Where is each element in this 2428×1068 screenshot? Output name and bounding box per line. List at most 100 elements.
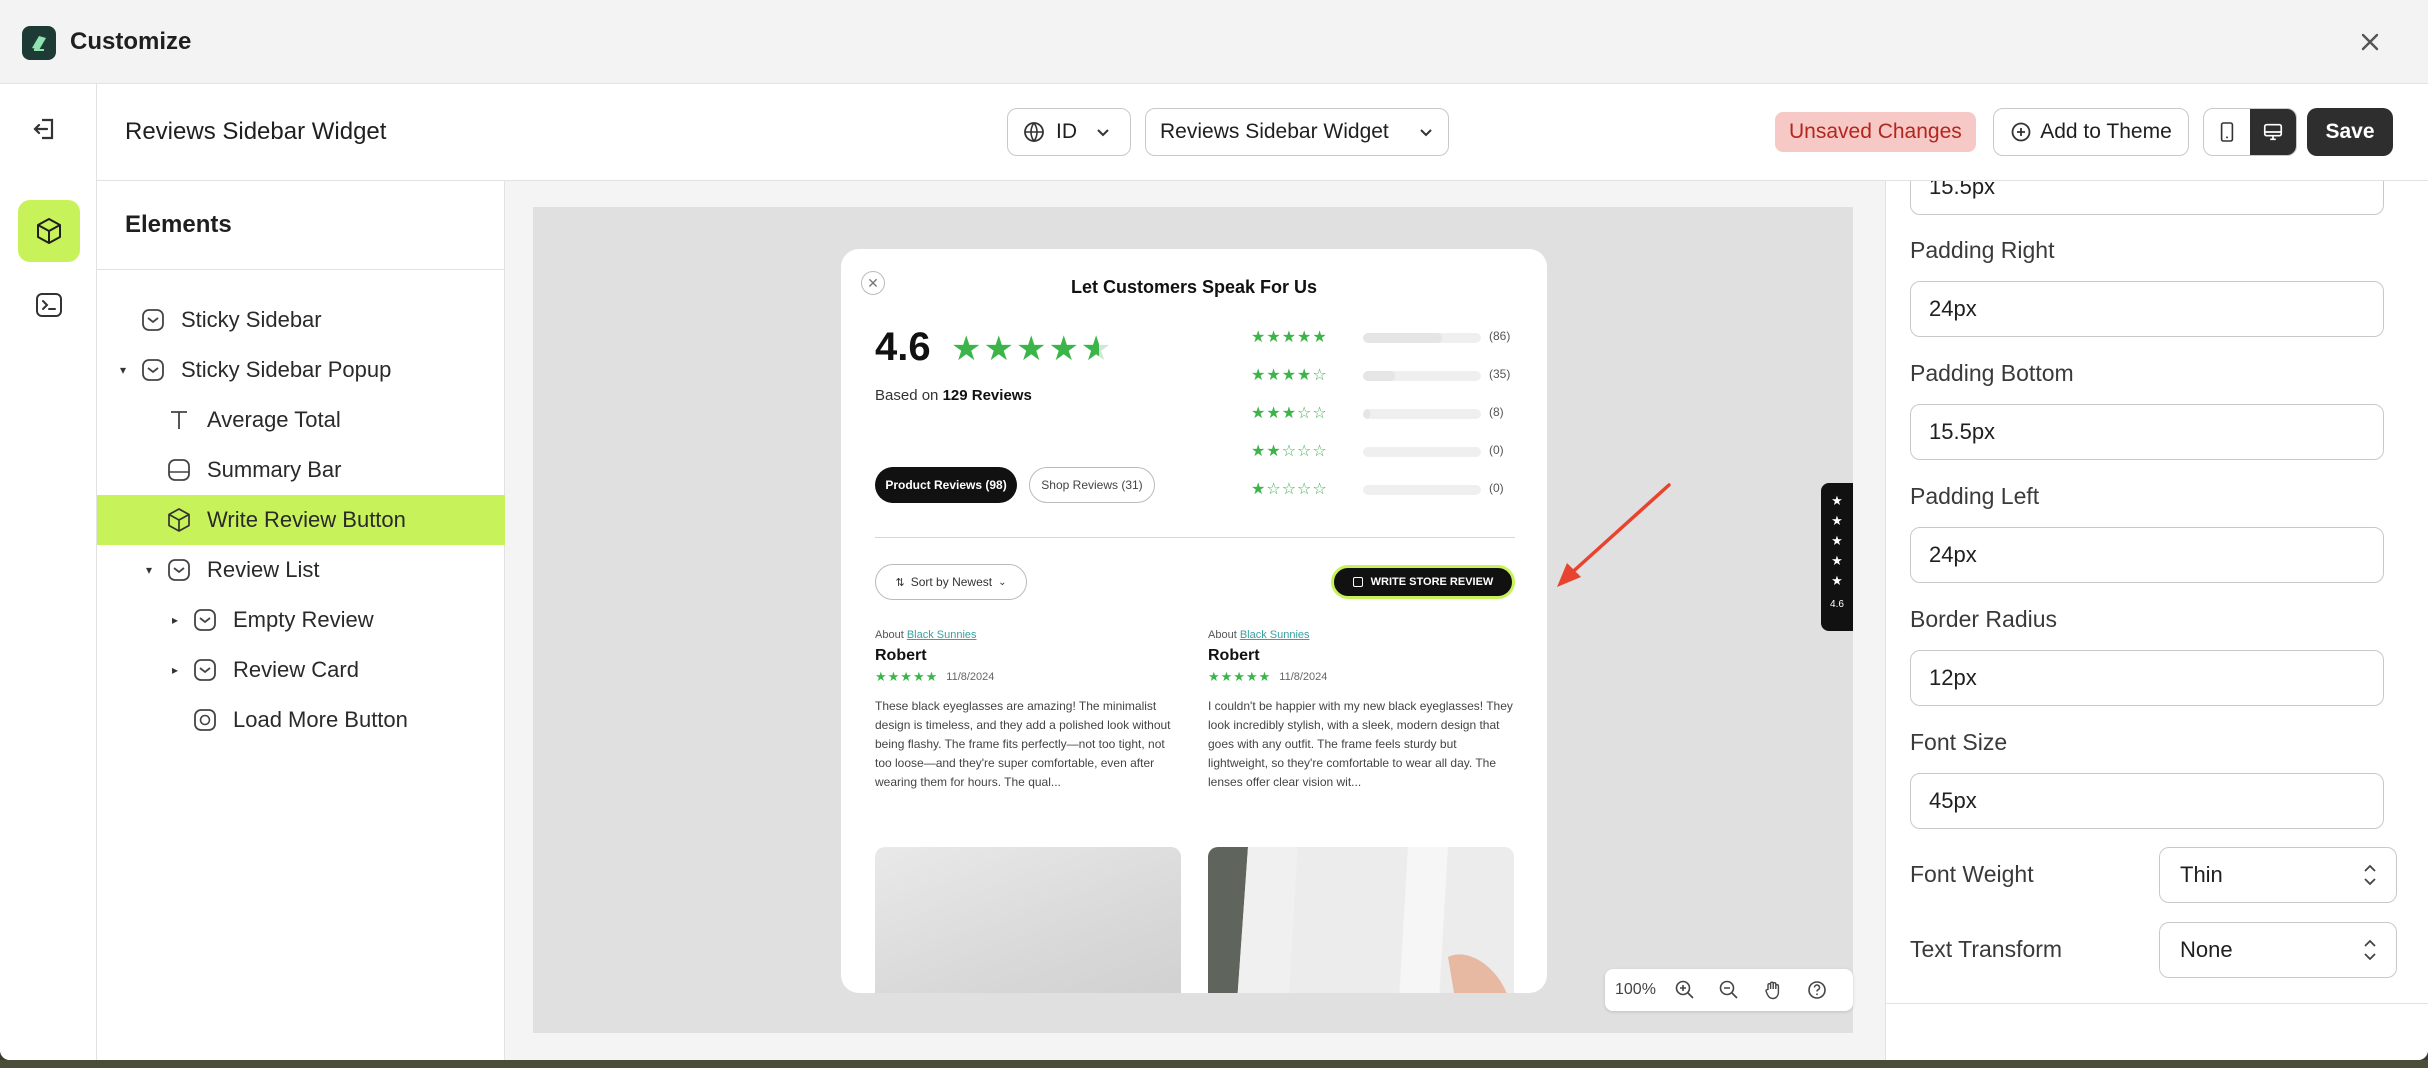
tree-item-review-list[interactable]: ▾ Review List — [97, 545, 505, 595]
padding-right-input[interactable]: 24px — [1910, 281, 2384, 337]
cube-icon — [37, 218, 61, 244]
tree-item-load-more-button[interactable]: Load More Button — [97, 695, 505, 745]
review-photo[interactable] — [875, 847, 1181, 993]
reload-icon — [194, 709, 216, 731]
review-stars: ★★★★★ — [1208, 669, 1272, 684]
row-count: (0) — [1489, 481, 1504, 495]
font-size-input[interactable]: 45px — [1910, 773, 2384, 829]
row-count: (8) — [1489, 405, 1504, 419]
font-weight-select[interactable]: Thin — [2159, 847, 2397, 903]
row-bar-fill — [1363, 371, 1395, 381]
caret-right-icon[interactable]: ▸ — [169, 613, 181, 627]
section-icon — [142, 359, 164, 381]
sticky-sidebar-tab[interactable]: ★ ★ ★ ★ ★ 4.6 — [1821, 483, 1853, 631]
tree-item-empty-review[interactable]: ▸ Empty Review — [97, 595, 505, 645]
tree-item-average-total[interactable]: Average Total — [97, 395, 505, 445]
tree-item-summary-bar[interactable]: Summary Bar — [97, 445, 505, 495]
zoom-in-icon[interactable] — [1670, 975, 1700, 1005]
hand-icon[interactable] — [1758, 975, 1788, 1005]
based-on-text: Based on 129 Reviews — [875, 387, 1032, 404]
window-title: Customize — [70, 28, 192, 55]
distribution-row: ★★★★★ (86) — [1251, 327, 1541, 347]
reviews-popup-preview: ✕ Let Customers Speak For Us 4.6 ★★★★★ ★ … — [841, 249, 1547, 993]
desktop-background — [0, 1060, 2428, 1068]
block-icon — [168, 459, 190, 481]
help-icon[interactable] — [1802, 975, 1832, 1005]
review-stars: ★★★★★ — [875, 669, 939, 684]
zoom-level: 100% — [1615, 981, 1656, 998]
plus-circle-icon — [2011, 122, 2031, 142]
text-transform-value: None — [2180, 937, 2233, 962]
star-icon: ★ — [1831, 513, 1843, 528]
exit-icon[interactable] — [28, 112, 62, 146]
text-transform-select[interactable]: None — [2159, 922, 2397, 978]
tab-product-reviews[interactable]: Product Reviews (98) — [875, 467, 1017, 503]
widget-select[interactable]: Reviews Sidebar Widget — [1145, 108, 1449, 156]
code-tool-button[interactable] — [18, 274, 80, 336]
row-stars: ★☆☆☆☆ — [1251, 481, 1328, 498]
product-link[interactable]: Black Sunnies — [1240, 629, 1310, 641]
padding-top-input[interactable]: 15.5px — [1910, 181, 2384, 215]
language-select[interactable]: ID — [1007, 108, 1131, 156]
row-bar — [1363, 333, 1481, 343]
edit-icon — [1352, 577, 1363, 587]
zoom-out-icon[interactable] — [1714, 975, 1744, 1005]
sidebar-rating: 4.6 — [1830, 599, 1844, 610]
component-icon — [194, 609, 216, 631]
star-icon: ★ — [1831, 533, 1843, 548]
row-count: (35) — [1489, 367, 1511, 381]
font-weight-value: Thin — [2180, 862, 2223, 887]
padding-bottom-input[interactable]: 15.5px — [1910, 404, 2384, 460]
border-radius-input[interactable]: 12px — [1910, 650, 2384, 706]
reviewer-name: Robert — [875, 647, 927, 664]
review-card: About Black Sunnies Robert ★★★★★ 11/8/202… — [875, 629, 1181, 792]
average-stars: ★★★★★ ★ — [951, 330, 1114, 368]
product-link[interactable]: Black Sunnies — [907, 629, 977, 641]
widget-select-value: Reviews Sidebar Widget — [1160, 120, 1389, 143]
write-store-review-button[interactable]: WRITE STORE REVIEW — [1331, 565, 1515, 599]
cube-icon — [168, 508, 190, 532]
mobile-icon — [2220, 122, 2234, 142]
row-stars: ★★★☆☆ — [1251, 405, 1328, 422]
star-icon: ★ — [1831, 553, 1843, 568]
tree-item-write-review-button[interactable]: Write Review Button — [97, 495, 505, 545]
font-size-label: Font Size — [1910, 729, 2008, 755]
component-icon — [194, 659, 216, 681]
save-button[interactable]: Save — [2307, 108, 2393, 156]
language-value: ID — [1056, 120, 1077, 143]
font-weight-label: Font Weight — [1910, 861, 2034, 887]
elements-tool-button[interactable] — [18, 200, 80, 262]
sort-select[interactable]: ⇅ Sort by Newest ⌄ — [875, 564, 1027, 600]
reviewer-name: Robert — [1208, 647, 1260, 664]
zoom-toolbar: 100% — [1605, 969, 1853, 1011]
row-bar-fill — [1363, 333, 1443, 343]
caret-down-icon[interactable]: ▾ — [143, 563, 155, 577]
tree-item-label: Sticky Sidebar — [181, 307, 322, 332]
padding-bottom-label: Padding Bottom — [1910, 360, 2074, 386]
caret-right-icon[interactable]: ▸ — [169, 663, 181, 677]
tree-item-sticky-sidebar-popup[interactable]: ▾ Sticky Sidebar Popup — [97, 345, 505, 395]
properties-panel: 15.5px Padding Right 24px Padding Bottom… — [1885, 181, 2428, 1060]
border-radius-label: Border Radius — [1910, 606, 2058, 632]
text-icon — [171, 411, 187, 429]
desktop-view-button[interactable] — [2250, 109, 2296, 155]
terminal-icon — [36, 293, 62, 317]
tab-shop-reviews[interactable]: Shop Reviews (31) — [1029, 467, 1155, 503]
mobile-view-button[interactable] — [2204, 109, 2250, 155]
caret-down-icon[interactable]: ▾ — [117, 363, 129, 377]
divider — [875, 537, 1515, 538]
review-photo[interactable] — [1208, 847, 1514, 993]
device-toggle — [2203, 108, 2297, 156]
row-bar-fill — [1363, 409, 1371, 419]
tree-item-label: Average Total — [207, 407, 341, 432]
chevron-down-icon — [1420, 129, 1432, 137]
left-rail — [0, 84, 97, 1060]
tree-item-label: Review Card — [233, 657, 359, 682]
padding-left-input[interactable]: 24px — [1910, 527, 2384, 583]
average-rating: 4.6 — [875, 325, 931, 369]
close-icon[interactable] — [2352, 24, 2388, 60]
row-bar — [1363, 447, 1481, 457]
tree-item-review-card[interactable]: ▸ Review Card — [97, 645, 505, 695]
add-to-theme-button[interactable]: Add to Theme — [1993, 108, 2189, 156]
tree-item-sticky-sidebar[interactable]: Sticky Sidebar — [97, 295, 505, 345]
